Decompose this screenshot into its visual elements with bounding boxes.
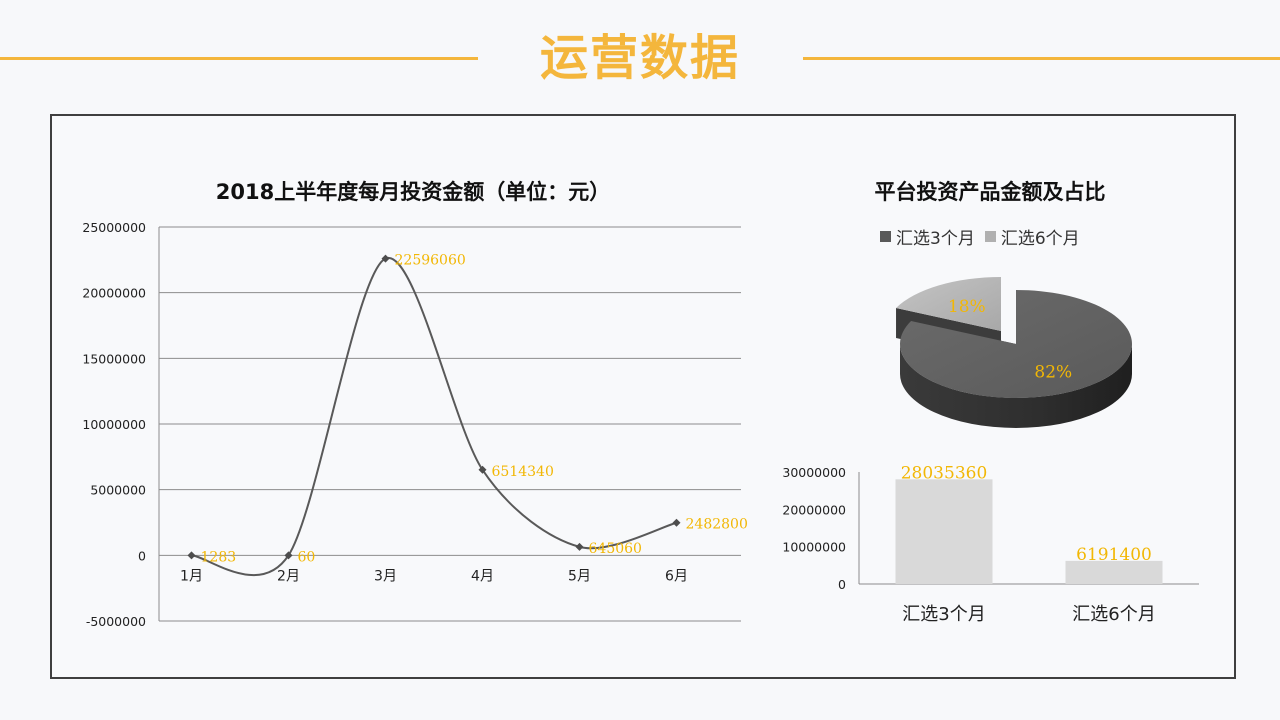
x-tick-label: 5月 — [568, 568, 591, 584]
data-point — [575, 542, 584, 551]
y-tick-label: 20000000 — [782, 502, 846, 517]
y-tick-label: 30000000 — [782, 465, 846, 480]
data-label: 22596060 — [395, 253, 466, 269]
pie-legend: 汇选3个月 汇选6个月 — [880, 224, 1080, 249]
data-label: 645060 — [589, 541, 642, 557]
x-tick-label: 4月 — [471, 568, 494, 584]
y-tick-label: 0 — [838, 577, 846, 592]
legend-item: 汇选3个月 — [880, 224, 975, 249]
pie-chart-title: 平台投资产品金额及占比 — [875, 180, 1106, 204]
x-tick-label: 1月 — [180, 568, 203, 584]
line-chart-title: 2018上半年度每月投资金额（单位：元） — [216, 180, 610, 204]
chart-canvas: 2018上半年度每月投资金额（单位：元） 25000000 20000000 150… — [82, 180, 1199, 629]
pie-data-label: 82% — [1034, 362, 1072, 382]
legend-item: 汇选6个月 — [984, 224, 1080, 249]
x-tick-label: 6月 — [665, 568, 688, 584]
y-tick-label: 10000000 — [82, 417, 146, 432]
x-tick-label: 汇选6个月 — [1072, 604, 1155, 625]
y-tick-label: 15000000 — [82, 351, 146, 366]
legend-swatch-dark — [880, 230, 891, 242]
legend-label: 汇选6个月 — [1000, 228, 1080, 249]
data-label: 6514340 — [492, 464, 554, 480]
x-tick-label: 2月 — [277, 568, 300, 584]
bar — [895, 479, 993, 584]
legend-swatch-light — [984, 230, 996, 242]
bar-data-label: 28035360 — [901, 463, 988, 483]
data-point — [672, 518, 681, 527]
y-tick-label: 25000000 — [82, 220, 146, 235]
x-tick-label: 3月 — [374, 568, 397, 584]
y-tick-label: 20000000 — [82, 286, 146, 301]
pie-chart: 82% 18% — [896, 276, 1132, 428]
legend-label: 汇选3个月 — [896, 228, 975, 249]
data-label: 1283 — [201, 549, 237, 565]
series-line — [191, 257, 677, 577]
bar-chart: 30000000 20000000 10000000 0 28035360 汇选3个月 61… — [782, 463, 1199, 625]
data-label: 60 — [298, 549, 316, 565]
line-chart: 25000000 20000000 15000000 10000000 5000000 0… — [82, 220, 747, 629]
y-tick-label: 0 — [138, 548, 146, 563]
y-tick-label: -5000000 — [86, 614, 146, 629]
y-tick-label: 5000000 — [90, 483, 146, 498]
x-tick-label: 汇选3个月 — [902, 604, 985, 625]
pie-data-label: 18% — [948, 297, 986, 317]
bar-data-label: 6191400 — [1076, 545, 1152, 565]
data-point — [187, 551, 196, 560]
y-tick-label: 10000000 — [782, 540, 846, 555]
data-label: 2482800 — [686, 517, 748, 533]
